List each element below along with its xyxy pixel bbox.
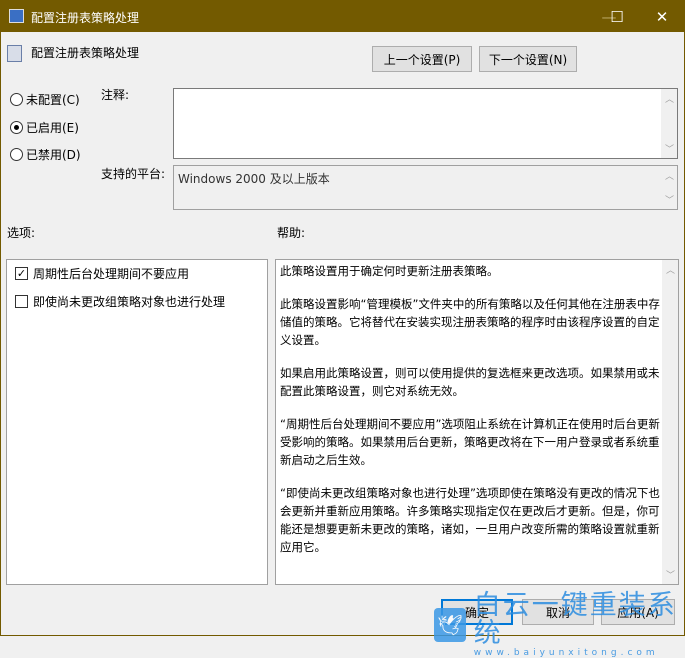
- help-paragraph: “即使尚未更改组策略对象也进行处理”选项即使在策略没有更改的情况下也会更新并重新…: [280, 486, 660, 554]
- watermark-url: www.baiyunxitong.com: [473, 648, 659, 658]
- comment-label: 注释:: [101, 88, 130, 102]
- checkbox-no-background[interactable]: ✓ 周期性后台处理期间不要应用: [15, 265, 189, 282]
- radio-not-configured[interactable]: 未配置(C): [10, 91, 80, 108]
- checkbox-process-unchanged[interactable]: 即使尚未更改组策略对象也进行处理: [15, 293, 225, 310]
- platform-scrollbar[interactable]: ︿ ﹀: [661, 166, 677, 209]
- policy-name: 配置注册表策略处理: [31, 46, 140, 60]
- next-setting-button[interactable]: 下一个设置(N): [479, 46, 577, 72]
- comment-input[interactable]: ︿ ﹀: [173, 88, 678, 159]
- title-bar[interactable]: 配置注册表策略处理 — ☐ ✕: [1, 1, 684, 32]
- close-button[interactable]: ✕: [639, 1, 685, 32]
- help-paragraph: “周期性后台处理期间不要应用”选项阻止系统在计算机正在使用时后台更新受影响的策略…: [280, 417, 660, 467]
- help-paragraph: 此策略设置影响“管理模板”文件夹中的所有策略以及任何其他在注册表中存储值的策略。…: [280, 297, 660, 347]
- maximize-button[interactable]: ☐: [594, 1, 640, 32]
- radio-label: 已启用(E): [26, 121, 79, 135]
- watermark: 🕊 白云一键重装系统 www.baiyunxitong.com: [434, 592, 684, 658]
- prev-setting-button[interactable]: 上一个设置(P): [372, 46, 472, 72]
- options-label: 选项:: [7, 226, 36, 240]
- window-title: 配置注册表策略处理: [31, 11, 140, 25]
- bird-logo-icon: 🕊: [434, 608, 466, 642]
- checkbox-box: ✓: [15, 267, 28, 280]
- checkbox-box: [15, 295, 28, 308]
- radio-disabled[interactable]: 已禁用(D): [10, 146, 81, 163]
- radio-enabled[interactable]: 已启用(E): [10, 119, 79, 136]
- platform-value: Windows 2000 及以上版本: [178, 172, 330, 186]
- help-label: 帮助:: [277, 226, 306, 240]
- radio-label: 未配置(C): [26, 93, 80, 107]
- help-scrollbar[interactable]: ︿ ﹀: [662, 260, 678, 584]
- help-text: 此策略设置用于确定何时更新注册表策略。 此策略设置影响“管理模板”文件夹中的所有…: [280, 262, 662, 571]
- checkbox-label: 周期性后台处理期间不要应用: [33, 267, 190, 281]
- watermark-title: 白云一键重装系统: [473, 590, 677, 649]
- help-paragraph: 如果启用此策略设置，则可以使用提供的复选框来更改选项。如果禁用或未配置此策略设置…: [280, 366, 660, 398]
- radio-circle: [10, 121, 23, 134]
- radio-circle: [10, 148, 23, 161]
- radio-circle: [10, 93, 23, 106]
- help-panel: 此策略设置用于确定何时更新注册表策略。 此策略设置影响“管理模板”文件夹中的所有…: [275, 259, 679, 585]
- policy-dialog: 配置注册表策略处理 — ☐ ✕ 配置注册表策略处理 上一个设置(P) 下一个设置…: [0, 0, 685, 658]
- checkbox-label: 即使尚未更改组策略对象也进行处理: [33, 295, 226, 309]
- options-panel: ✓ 周期性后台处理期间不要应用 即使尚未更改组策略对象也进行处理: [6, 259, 268, 585]
- app-icon: [9, 9, 24, 23]
- comment-scrollbar[interactable]: ︿ ﹀: [661, 89, 677, 158]
- help-paragraph: 此策略设置用于确定何时更新注册表策略。: [280, 264, 499, 278]
- radio-label: 已禁用(D): [26, 148, 81, 162]
- platform-label: 支持的平台:: [101, 167, 166, 181]
- policy-icon: [7, 45, 22, 62]
- platform-field: Windows 2000 及以上版本 ︿ ﹀: [173, 165, 678, 210]
